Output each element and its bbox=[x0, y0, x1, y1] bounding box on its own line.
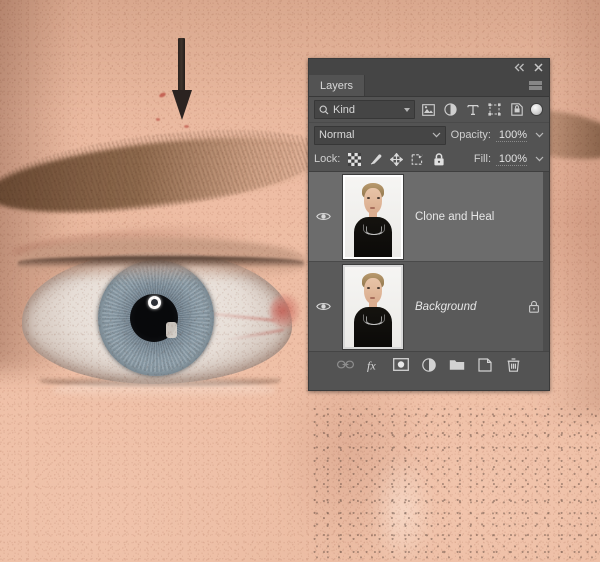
lock-label: Lock: bbox=[314, 153, 340, 165]
layer-thumbnail[interactable] bbox=[343, 175, 403, 259]
layer-list[interactable]: Clone and Heal Background bbox=[309, 172, 549, 351]
lock-position-icon[interactable] bbox=[386, 150, 407, 169]
panel-titlebar bbox=[309, 59, 549, 75]
layer-visibility-toggle[interactable] bbox=[309, 211, 337, 222]
new-layer-button[interactable] bbox=[471, 353, 499, 376]
close-icon[interactable] bbox=[534, 63, 543, 72]
tab-layers-label: Layers bbox=[320, 80, 353, 92]
chevron-down-icon[interactable] bbox=[535, 129, 544, 141]
blemish-spot bbox=[184, 125, 189, 128]
lock-transparent-pixels-icon[interactable] bbox=[344, 150, 365, 169]
lock-image-pixels-icon[interactable] bbox=[365, 150, 386, 169]
filter-enable-toggle[interactable] bbox=[530, 100, 544, 119]
arrow-shaft bbox=[178, 38, 185, 96]
filter-shape-layers-icon[interactable] bbox=[484, 100, 506, 119]
tab-strip-filler bbox=[365, 75, 549, 96]
add-layer-mask-button[interactable] bbox=[387, 353, 415, 376]
chevron-down-icon[interactable] bbox=[432, 132, 441, 138]
blend-mode-row[interactable]: Normal Opacity: 100% bbox=[309, 123, 549, 147]
delete-layer-button[interactable] bbox=[499, 353, 527, 376]
lock-artboard-nesting-icon[interactable] bbox=[407, 150, 428, 169]
layer-thumbnail[interactable] bbox=[343, 265, 403, 349]
blend-mode-select[interactable]: Normal bbox=[314, 126, 446, 145]
search-icon bbox=[319, 105, 329, 115]
lock-icon bbox=[528, 300, 540, 313]
chevron-down-icon[interactable] bbox=[535, 153, 544, 165]
panel-bottom-toolbar[interactable]: fx bbox=[309, 351, 549, 377]
fill-value[interactable]: 100% bbox=[496, 153, 527, 166]
layers-panel[interactable]: Layers Kind bbox=[308, 58, 550, 391]
filter-kind-select[interactable]: Kind bbox=[314, 100, 415, 119]
lock-all-icon[interactable] bbox=[428, 150, 449, 169]
arrow-head bbox=[172, 90, 192, 120]
tab-layers[interactable]: Layers bbox=[309, 75, 365, 96]
layer-filter-row[interactable]: Kind bbox=[309, 97, 549, 123]
opacity-value[interactable]: 100% bbox=[496, 129, 527, 142]
layer-name[interactable]: Background bbox=[409, 301, 519, 313]
new-group-button[interactable] bbox=[443, 353, 471, 376]
filter-kind-label: Kind bbox=[333, 104, 400, 116]
layer-style-button[interactable]: fx bbox=[359, 353, 387, 376]
layer-list-scrollbar[interactable] bbox=[543, 172, 549, 351]
collapse-panel-icon[interactable] bbox=[514, 63, 525, 72]
down-arrow-annotation bbox=[172, 38, 192, 120]
filter-type-layers-icon[interactable] bbox=[462, 100, 484, 119]
panel-tab-strip[interactable]: Layers bbox=[309, 75, 549, 97]
layer-visibility-toggle[interactable] bbox=[309, 301, 337, 312]
filter-pixel-layers-icon[interactable] bbox=[418, 100, 440, 119]
filter-smart-objects-icon[interactable] bbox=[506, 100, 528, 119]
filter-type-buttons[interactable] bbox=[418, 100, 528, 119]
filter-adjustment-layers-icon[interactable] bbox=[440, 100, 462, 119]
chevron-down-icon[interactable] bbox=[404, 108, 410, 112]
toggle-knob bbox=[531, 104, 542, 115]
fill-control[interactable]: Fill: 100% bbox=[474, 153, 544, 166]
table-row[interactable]: Background bbox=[309, 262, 549, 351]
svg-text:fx: fx bbox=[367, 358, 376, 372]
blemish-spot bbox=[156, 118, 160, 121]
new-adjustment-layer-button[interactable] bbox=[415, 353, 443, 376]
link-layers-button[interactable] bbox=[331, 353, 359, 376]
panel-menu-icon[interactable] bbox=[529, 81, 542, 90]
fill-label: Fill: bbox=[474, 153, 491, 165]
layer-thumbnail-cell[interactable] bbox=[337, 175, 409, 259]
layer-thumbnail-cell[interactable] bbox=[337, 265, 409, 349]
layer-name[interactable]: Clone and Heal bbox=[409, 211, 519, 223]
blend-mode-value: Normal bbox=[319, 129, 432, 141]
table-row[interactable]: Clone and Heal bbox=[309, 172, 549, 262]
opacity-label: Opacity: bbox=[451, 129, 491, 141]
lock-row[interactable]: Lock: Fill: 100% bbox=[309, 147, 549, 172]
